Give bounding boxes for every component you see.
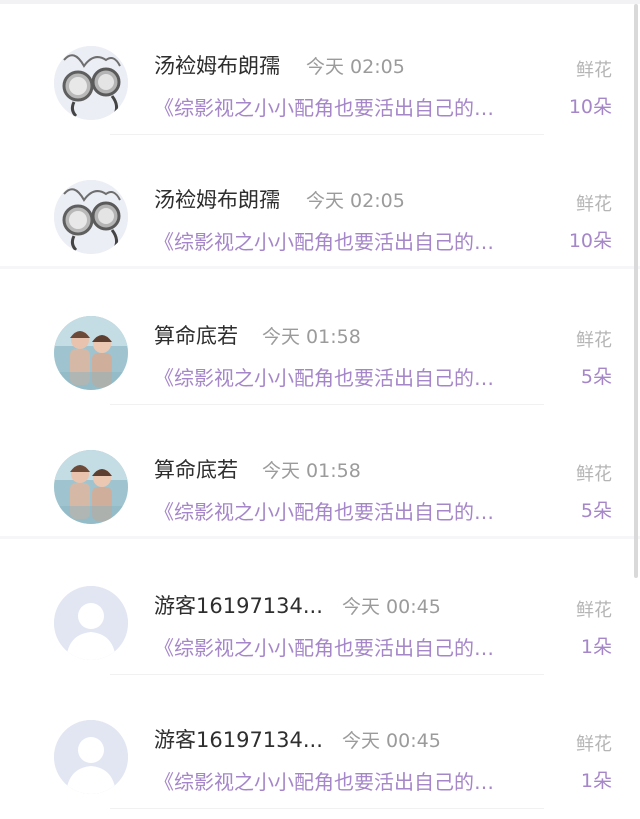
scrollbar[interactable] xyxy=(634,4,638,578)
gift-count: 10朵 xyxy=(568,96,612,118)
list-item[interactable]: 算命底若 今天 01:58 《综影视之小小配角也要活出自己的… 鲜花 5朵 xyxy=(0,404,640,539)
list-item[interactable]: 汤裣姆布朗孺 今天 02:05 《综影视之小小配角也要活出自己的… 鲜花 10朵 xyxy=(0,134,640,269)
pocket-watch-avatar[interactable] xyxy=(54,46,128,120)
gift-record-list: 汤裣姆布朗孺 今天 02:05 《综影视之小小配角也要活出自己的… 鲜花 10朵… xyxy=(0,0,640,819)
book-title-link[interactable]: 《综影视之小小配角也要活出自己的… xyxy=(154,226,534,255)
gift-count: 5朵 xyxy=(580,500,612,522)
user-name[interactable]: 算命底若 xyxy=(154,320,238,350)
book-title-link[interactable]: 《综影视之小小配角也要活出自己的… xyxy=(154,496,534,525)
list-item[interactable]: 汤裣姆布朗孺 今天 02:05 《综影视之小小配角也要活出自己的… 鲜花 10朵 xyxy=(0,0,640,135)
user-name[interactable]: 算命底若 xyxy=(154,454,238,484)
user-name[interactable]: 汤裣姆布朗孺 xyxy=(154,50,280,80)
user-name[interactable]: 汤裣姆布朗孺 xyxy=(154,184,280,214)
timestamp: 今天 00:45 xyxy=(342,596,441,618)
pocket-watch-avatar[interactable] xyxy=(54,180,128,254)
user-name[interactable]: 游客16197134... xyxy=(154,590,323,620)
gift-count: 1朵 xyxy=(580,770,612,792)
timestamp: 今天 00:45 xyxy=(342,730,441,752)
gift-type-label: 鲜花 xyxy=(576,734,612,755)
user-name[interactable]: 游客16197134... xyxy=(154,724,323,754)
gift-type-label: 鲜花 xyxy=(576,60,612,81)
list-item[interactable]: 游客16197134... 今天 00:45 《综影视之小小配角也要活出自己的…… xyxy=(0,674,640,809)
default-user-avatar[interactable] xyxy=(54,720,128,794)
gift-count: 5朵 xyxy=(580,366,612,388)
list-item[interactable]: 算命底若 今天 01:58 《综影视之小小配角也要活出自己的… 鲜花 5朵 xyxy=(0,270,640,405)
book-title-link[interactable]: 《综影视之小小配角也要活出自己的… xyxy=(154,766,534,795)
row-divider xyxy=(110,808,544,809)
default-user-avatar[interactable] xyxy=(54,586,128,660)
timestamp: 今天 02:05 xyxy=(306,56,405,78)
timestamp: 今天 02:05 xyxy=(306,190,405,212)
gift-type-label: 鲜花 xyxy=(576,330,612,351)
gift-type-label: 鲜花 xyxy=(576,600,612,621)
two-girls-photo-avatar[interactable] xyxy=(54,316,128,390)
list-item[interactable]: 游客16197134... 今天 00:45 《综影视之小小配角也要活出自己的…… xyxy=(0,540,640,675)
book-title-link[interactable]: 《综影视之小小配角也要活出自己的… xyxy=(154,632,534,661)
timestamp: 今天 01:58 xyxy=(262,326,361,348)
book-title-link[interactable]: 《综影视之小小配角也要活出自己的… xyxy=(154,92,534,121)
gift-type-label: 鲜花 xyxy=(576,464,612,485)
timestamp: 今天 01:58 xyxy=(262,460,361,482)
gift-count: 10朵 xyxy=(568,230,612,252)
gift-type-label: 鲜花 xyxy=(576,194,612,215)
gift-count: 1朵 xyxy=(580,636,612,658)
row-divider xyxy=(0,536,640,539)
two-girls-photo-avatar[interactable] xyxy=(54,450,128,524)
row-divider xyxy=(0,266,640,269)
book-title-link[interactable]: 《综影视之小小配角也要活出自己的… xyxy=(154,362,534,391)
